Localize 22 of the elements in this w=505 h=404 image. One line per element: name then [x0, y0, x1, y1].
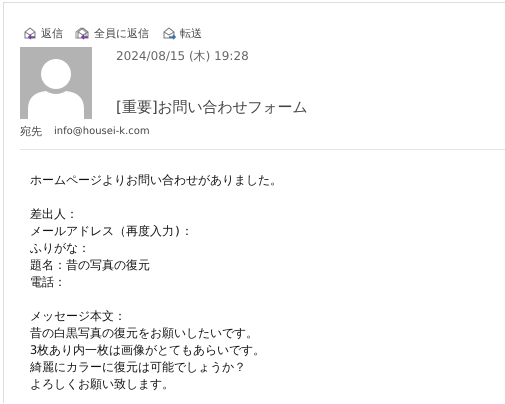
message-subject: [重要]お問い合わせフォーム — [116, 98, 308, 117]
envelope-reply-icon — [75, 26, 91, 40]
body-text-line: メールアドレス（再度入力)： — [30, 223, 194, 240]
recipient-address: info@housei-k.com — [54, 126, 150, 137]
body-text-line: 電話： — [30, 274, 67, 291]
avatar-icon — [20, 47, 92, 119]
toolbar-button[interactable]: 転送 — [159, 23, 204, 43]
body-text-line: 3枚あり内一枚は画像がとてもあらいです。 — [30, 342, 266, 359]
message-date: 2024/08/15 (木) 19:28 — [116, 48, 250, 65]
envelope-reply-icon — [22, 26, 38, 40]
body-text-line: 綺麗にカラーに復元は可能でしょうか？ — [30, 359, 247, 376]
body-text-line: ふりがな： — [30, 240, 91, 257]
body-text-line: ホームページよりお問い合わせがありました。 — [30, 172, 283, 189]
envelope-forward-icon — [161, 26, 177, 40]
to-label: 宛先 — [20, 124, 42, 139]
toolbar-button[interactable]: 返信 — [20, 23, 65, 43]
body-text-line: 題名：昔の写真の復元 — [30, 257, 151, 274]
body-text-line: メッセージ本文： — [30, 308, 127, 325]
toolbar-button[interactable]: 全員に返信 — [73, 23, 151, 43]
body-text-line: 差出人： — [30, 206, 79, 223]
body-text-line: よろしくお願い致します。 — [30, 376, 175, 393]
body-text-line: 昔の白黒写真の復元をお願いしたいです。 — [30, 325, 259, 342]
